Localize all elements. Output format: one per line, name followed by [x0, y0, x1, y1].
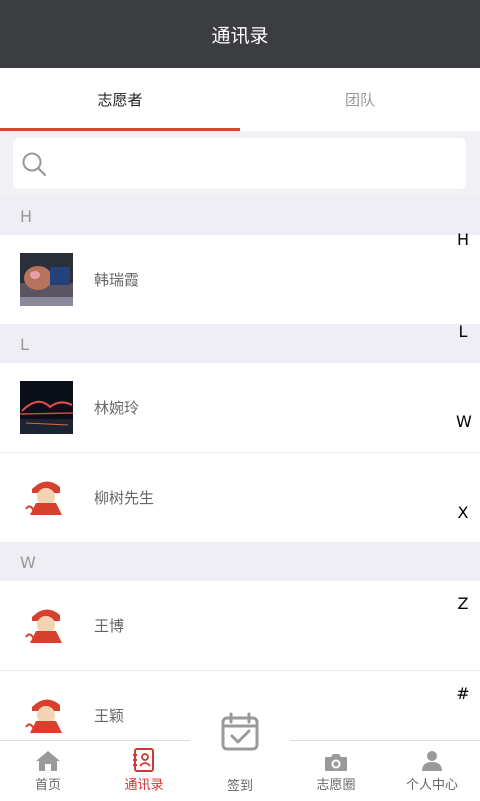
section-header-h: H	[0, 197, 480, 235]
section-header-w: W	[0, 543, 480, 581]
avatar	[20, 471, 73, 524]
contact-name: 王博	[94, 617, 125, 635]
index-letter[interactable]: Z	[456, 594, 470, 613]
tab-label: 志愿圈	[316, 778, 356, 793]
tab-label: 团队	[344, 91, 375, 109]
contact-row[interactable]: 王博	[0, 581, 480, 671]
avatar	[20, 599, 73, 652]
contact-name: 韩瑞霞	[94, 271, 140, 289]
tab-volunteers[interactable]: 志愿者	[0, 68, 240, 131]
calendar-check-icon	[221, 712, 259, 751]
contact-name: 柳树先生	[94, 489, 155, 507]
section-letter: H	[20, 206, 33, 226]
tab-label: 签到	[226, 779, 253, 794]
tab-label: 通讯录	[124, 778, 164, 793]
avatar	[20, 381, 73, 434]
section-header-l: L	[0, 325, 480, 363]
contact-list: H 韩瑞霞 L 林婉玲 柳树先生 W 王博 王颖	[0, 197, 480, 740]
tab-contacts[interactable]: 通讯录	[96, 741, 192, 801]
person-icon	[422, 751, 442, 771]
tab-label: 个人中心	[405, 778, 458, 793]
contact-row[interactable]: 林婉玲	[0, 363, 480, 453]
index-letter[interactable]: X	[456, 503, 470, 522]
contacts-icon	[133, 748, 154, 772]
index-letter[interactable]: #	[456, 684, 470, 703]
contact-row[interactable]: 韩瑞霞	[0, 235, 480, 325]
top-bar: 通讯录	[0, 0, 480, 68]
home-icon	[36, 751, 60, 771]
camera-icon	[325, 754, 347, 771]
tab-profile[interactable]: 个人中心	[384, 741, 480, 801]
contact-row[interactable]: 柳树先生	[0, 453, 480, 543]
tab-checkin[interactable]: 签到	[190, 700, 290, 800]
avatar	[20, 253, 73, 306]
search-area	[0, 131, 480, 197]
avatar	[20, 689, 73, 740]
page-title: 通讯录	[211, 24, 269, 47]
contact-name: 林婉玲	[94, 399, 140, 417]
tab-teams[interactable]: 团队	[240, 68, 480, 131]
section-letter: L	[20, 334, 29, 354]
index-letter[interactable]: H	[456, 230, 470, 249]
tab-label: 志愿者	[97, 91, 143, 109]
search-icon	[22, 152, 47, 176]
contact-name: 王颖	[94, 707, 125, 725]
index-letter[interactable]: L	[456, 322, 470, 341]
index-letter[interactable]: W	[456, 412, 472, 431]
segment-tabs: 志愿者 团队	[0, 68, 480, 131]
search-input[interactable]	[53, 153, 437, 174]
tab-moments[interactable]: 志愿圈	[288, 741, 384, 801]
tab-home[interactable]: 首页	[0, 741, 96, 801]
section-letter: W	[20, 552, 36, 572]
search-box[interactable]	[13, 138, 466, 189]
tab-label: 首页	[34, 778, 61, 793]
